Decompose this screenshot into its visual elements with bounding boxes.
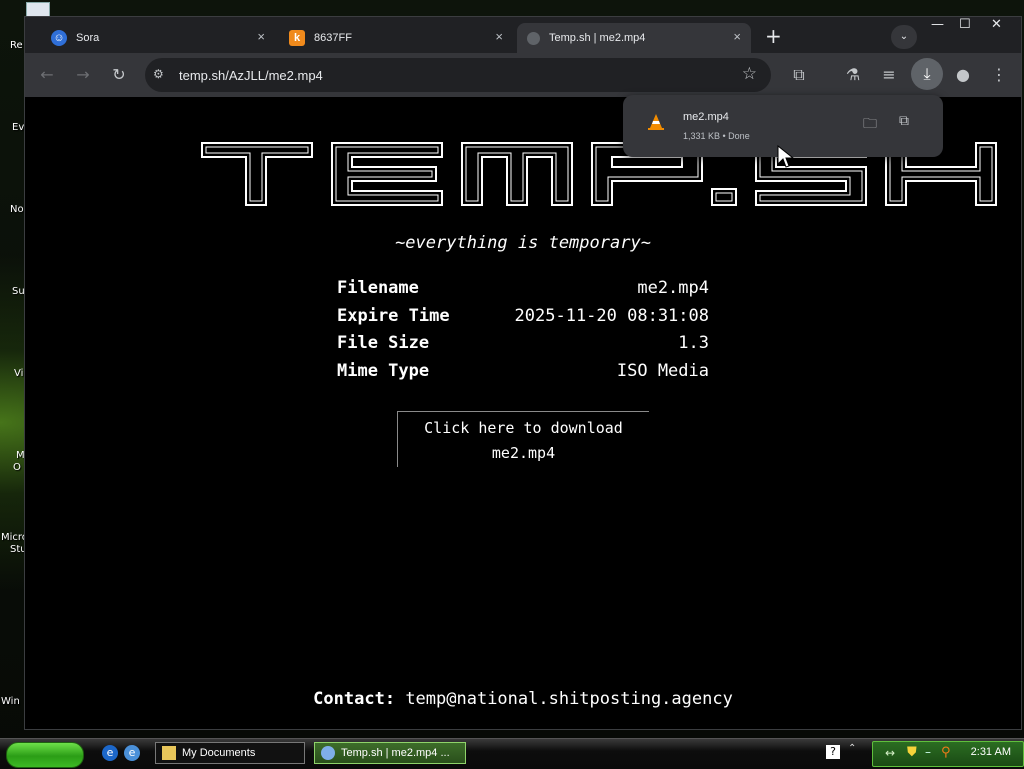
desktop-icon-label[interactable]: Re bbox=[10, 40, 23, 51]
tab-temp-sh[interactable]: Temp.sh | me2.mp4 × bbox=[517, 23, 751, 53]
info-row-file-size: File Size 1.3 bbox=[337, 330, 709, 358]
taskbar-item-label: Temp.sh | me2.mp4 ... bbox=[341, 747, 450, 759]
new-tab-button[interactable]: + bbox=[765, 25, 782, 47]
folder-icon[interactable]: 🗀 bbox=[863, 113, 877, 137]
search-icon[interactable]: ⚲ bbox=[941, 745, 951, 760]
tab-8637ff[interactable]: k 8637FF × bbox=[279, 23, 513, 53]
mouse-pointer-icon bbox=[777, 145, 795, 168]
downloads-button[interactable]: ⤓ bbox=[911, 58, 943, 90]
internet-explorer-icon[interactable]: e bbox=[102, 745, 118, 761]
maximize-button[interactable]: ☐ bbox=[959, 17, 971, 32]
info-key: Filename bbox=[337, 278, 419, 298]
file-info-table: Filename me2.mp4 Expire Time 2025-11-20 … bbox=[337, 275, 709, 385]
page-content: ~everything is temporary~ Filename me2.m… bbox=[25, 97, 1021, 729]
browser-icon bbox=[321, 746, 335, 760]
close-icon[interactable]: × bbox=[495, 29, 503, 44]
download-link-text[interactable]: Click here to download bbox=[398, 416, 649, 441]
contact-line: Contact: temp@national.shitposting.agenc… bbox=[25, 689, 1021, 709]
url-text[interactable]: temp.sh/AzJLL/me2.mp4 bbox=[179, 68, 323, 83]
shield-icon[interactable]: ⛊ bbox=[907, 745, 917, 760]
desktop-icon-label[interactable]: Win bbox=[1, 696, 20, 707]
close-icon[interactable]: × bbox=[257, 29, 265, 44]
info-key: Mime Type bbox=[337, 360, 430, 381]
clock[interactable]: 2:31 AM bbox=[971, 746, 1011, 758]
desktop-icon-label[interactable]: Ev bbox=[12, 122, 24, 133]
close-icon[interactable]: × bbox=[733, 29, 741, 44]
desktop-icon-label[interactable]: No bbox=[10, 204, 24, 215]
system-tray: ↔ ⛊ – ⚲ 2:31 AM bbox=[872, 741, 1024, 767]
browser-window: ☺ Sora × k 8637FF × Temp.sh | me2.mp4 × … bbox=[24, 16, 1022, 730]
taskbar-item-label: My Documents bbox=[182, 747, 256, 759]
contact-email-link[interactable]: temp@national.shitposting.agency bbox=[405, 689, 733, 709]
tab-label: Sora bbox=[76, 32, 100, 44]
info-key: File Size bbox=[337, 333, 430, 353]
globe-icon bbox=[527, 31, 540, 45]
vlc-cone-icon bbox=[648, 114, 664, 130]
taskbar: e e My Documents Temp.sh | me2.mp4 ... ?… bbox=[0, 738, 1024, 769]
back-button[interactable]: ← bbox=[35, 63, 59, 87]
k-logo-icon: k bbox=[289, 30, 305, 46]
desktop-icon-label[interactable]: O bbox=[13, 462, 21, 473]
reload-button[interactable]: ↻ bbox=[107, 63, 131, 87]
labs-flask-icon[interactable]: ⚗ bbox=[841, 63, 865, 87]
open-external-icon[interactable]: ⧉ bbox=[899, 113, 909, 129]
tagline: ~everything is temporary~ bbox=[395, 233, 651, 253]
ghost-icon: ☺ bbox=[51, 30, 67, 46]
download-filename[interactable]: me2.mp4 bbox=[683, 111, 729, 123]
address-bar[interactable]: ⚙ temp.sh/AzJLL/me2.mp4 ☆ bbox=[145, 58, 771, 92]
download-link-filename[interactable]: me2.mp4 bbox=[398, 441, 649, 466]
tray-expand-icon[interactable]: ⌃ bbox=[848, 743, 856, 754]
tab-search-button[interactable]: ⌄ bbox=[891, 25, 917, 49]
contact-label: Contact: bbox=[313, 689, 396, 709]
info-row-expire-time: Expire Time 2025-11-20 08:31:08 bbox=[337, 303, 709, 331]
tab-sora[interactable]: ☺ Sora × bbox=[41, 23, 275, 53]
profile-icon[interactable]: ● bbox=[951, 63, 975, 87]
info-row-mime-type: Mime Type ISO Media bbox=[337, 358, 709, 386]
start-button[interactable] bbox=[6, 742, 84, 768]
taskbar-item-my-documents[interactable]: My Documents bbox=[155, 742, 305, 764]
download-link-button[interactable]: Click here to download me2.mp4 bbox=[397, 411, 649, 467]
tab-strip: ☺ Sora × k 8637FF × Temp.sh | me2.mp4 × … bbox=[25, 17, 1021, 53]
desktop-icon-label[interactable]: Vi bbox=[14, 368, 23, 379]
info-value: me2.mp4 bbox=[637, 278, 709, 298]
desktop-icon-label[interactable]: Su bbox=[12, 286, 25, 297]
minimize-button[interactable]: — bbox=[931, 17, 944, 32]
menu-kebab-icon[interactable]: ⋮ bbox=[987, 63, 1011, 87]
taskbar-item-temp-sh[interactable]: Temp.sh | me2.mp4 ... bbox=[314, 742, 466, 764]
download-status: 1,331 KB • Done bbox=[683, 131, 750, 141]
info-value: 2025-11-20 08:31:08 bbox=[514, 305, 709, 326]
media-queue-icon[interactable]: ≡ bbox=[877, 63, 901, 87]
site-settings-icon[interactable]: ⚙ bbox=[153, 67, 169, 83]
tab-label: Temp.sh | me2.mp4 bbox=[549, 32, 646, 44]
close-window-button[interactable]: ✕ bbox=[991, 17, 1002, 32]
volume-icon[interactable]: – bbox=[925, 745, 931, 759]
info-value: ISO Media bbox=[616, 360, 709, 381]
info-value: 1.3 bbox=[678, 333, 709, 353]
forward-button[interactable]: → bbox=[71, 63, 95, 87]
bookmark-star-icon[interactable]: ☆ bbox=[742, 64, 757, 84]
folder-icon bbox=[162, 746, 176, 760]
network-icon[interactable]: ↔ bbox=[885, 746, 895, 760]
info-key: Expire Time bbox=[337, 305, 450, 326]
help-icon[interactable]: ? bbox=[826, 745, 840, 759]
tab-label: 8637FF bbox=[314, 32, 352, 44]
info-row-filename: Filename me2.mp4 bbox=[337, 275, 709, 303]
quick-launch-icon[interactable]: e bbox=[124, 745, 140, 761]
extensions-icon[interactable]: ⧉ bbox=[787, 63, 811, 87]
browser-toolbar: ← → ↻ ⚙ temp.sh/AzJLL/me2.mp4 ☆ ⧉ ⚗ ≡ ⤓ … bbox=[25, 53, 1021, 97]
